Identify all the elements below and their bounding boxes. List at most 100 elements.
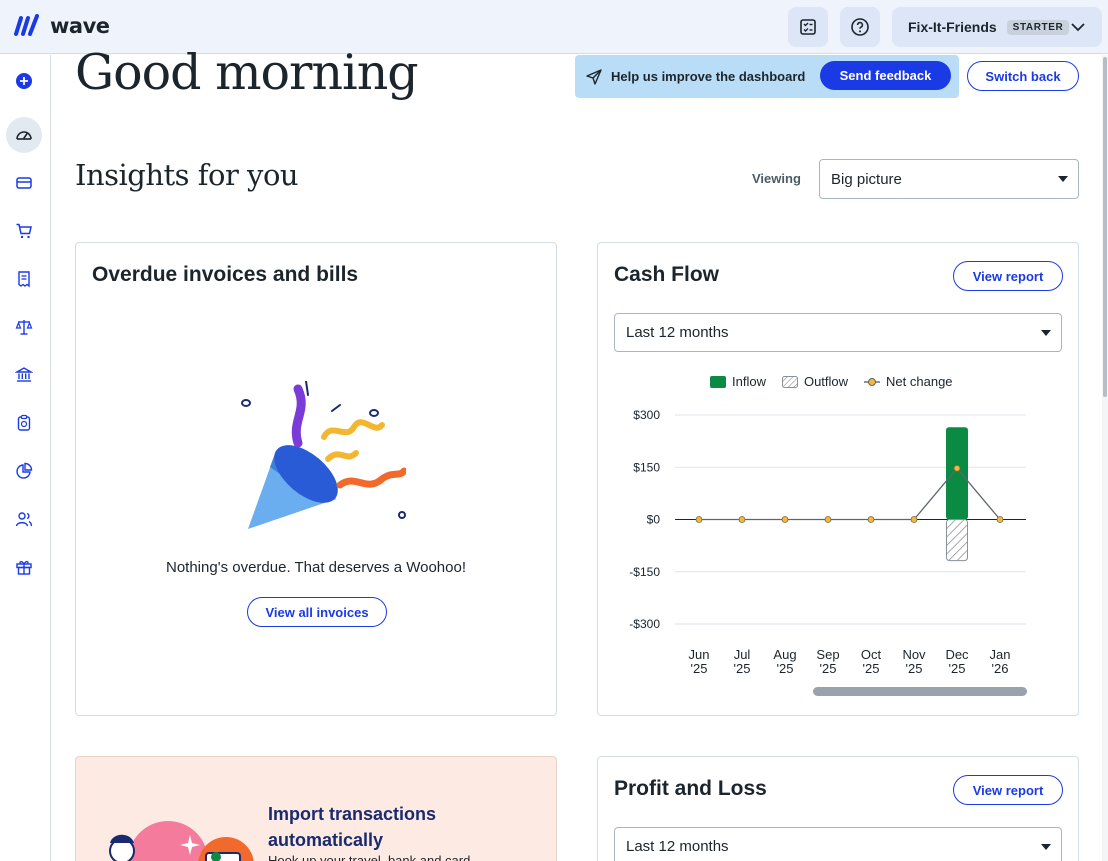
x-tick-label: Oct '25	[861, 647, 882, 676]
wave-logo[interactable]: wave	[14, 14, 110, 38]
checklist-button[interactable]	[788, 7, 828, 47]
sidebar-item-accounting[interactable]	[6, 309, 42, 345]
outflow-swatch	[781, 375, 798, 388]
chart-scrollbar[interactable]	[813, 687, 1027, 696]
y-tick-label: -$300	[629, 617, 660, 631]
page-scrollbar-thumb[interactable]	[1103, 57, 1107, 397]
switch-back-button[interactable]: Switch back	[967, 61, 1079, 91]
insights-title: Insights for you	[75, 158, 299, 192]
sidebar	[0, 55, 51, 861]
wave-logo-mark-icon	[14, 14, 39, 36]
net-change-point[interactable]	[910, 516, 918, 523]
net-change-point[interactable]	[738, 516, 746, 523]
send-feedback-button[interactable]: Send feedback	[820, 61, 951, 90]
feedback-banner: Help us improve the dashboard Send feedb…	[575, 55, 959, 98]
caret-down-icon	[1041, 329, 1051, 336]
x-tick-label: Dec '25	[945, 647, 969, 676]
y-tick-label: $300	[633, 408, 660, 422]
caret-down-icon	[1058, 176, 1068, 182]
net-change-point[interactable]	[824, 516, 832, 523]
caret-down-icon	[1041, 843, 1051, 850]
receipt-icon	[18, 271, 30, 288]
help-icon	[851, 18, 869, 36]
import-card-title: Import transactions automatically	[268, 804, 437, 850]
dashboard-gauge-icon	[16, 131, 32, 140]
pnl-view-report-button[interactable]: View report	[953, 775, 1063, 805]
checklist-icon	[800, 19, 816, 35]
profit-and-loss-card: Profit and Loss View report Last 12 mont…	[597, 756, 1079, 861]
cash-flow-view-report-button[interactable]: View report	[953, 261, 1063, 291]
legend-outflow-label: Outflow	[803, 374, 849, 389]
plan-badge: STARTER	[1006, 19, 1070, 35]
legend-inflow: Inflow	[710, 374, 766, 389]
view-all-invoices-button[interactable]: View all invoices	[247, 597, 387, 627]
overdue-card: Overdue invoices and bills Nothing's ove…	[75, 242, 557, 716]
y-tick-label: $150	[633, 460, 660, 474]
sidebar-item-banking[interactable]	[6, 357, 42, 393]
paper-plane-icon	[586, 68, 602, 85]
y-tick-label: $0	[647, 513, 661, 527]
plus-circle-icon	[16, 73, 32, 89]
sidebar-item-payments[interactable]	[6, 165, 42, 201]
legend-net-change-label: Net change	[886, 374, 953, 389]
net-change-point[interactable]	[867, 516, 875, 523]
bank-icon	[15, 367, 33, 382]
pnl-title: Profit and Loss	[614, 777, 767, 800]
business-switcher[interactable]: Fix-It-Friends STARTER	[892, 7, 1102, 47]
x-tick-label: Nov '25	[902, 647, 926, 676]
sidebar-item-payroll[interactable]	[6, 405, 42, 441]
outflow-bar[interactable]	[946, 519, 968, 562]
viewing-select-value: Big picture	[831, 170, 902, 188]
chart-legend: Inflow Outflow Net change	[710, 374, 969, 389]
import-card-subtitle: Hook up your travel, bank and card	[268, 853, 471, 861]
legend-outflow: Outflow	[781, 374, 849, 389]
pnl-period-select[interactable]: Last 12 months	[614, 827, 1062, 861]
import-transactions-card: Import transactions automatically Hook u…	[75, 756, 557, 861]
sidebar-item-advisors[interactable]	[6, 501, 42, 537]
chevron-down-icon	[1071, 23, 1085, 32]
viewing-label: Viewing	[752, 171, 801, 186]
credit-card-icon	[16, 177, 32, 189]
overdue-card-title: Overdue invoices and bills	[92, 263, 359, 286]
net-change-point[interactable]	[781, 516, 789, 523]
sidebar-item-purchases[interactable]	[6, 261, 42, 297]
y-tick-label: -$150	[629, 565, 660, 579]
sidebar-item-perks[interactable]	[6, 549, 42, 585]
sidebar-item-dashboard[interactable]	[6, 117, 42, 153]
business-name: Fix-It-Friends	[908, 19, 997, 35]
scales-icon	[15, 320, 33, 335]
inflow-bar[interactable]	[946, 427, 968, 520]
net-change-swatch	[864, 377, 881, 386]
sidebar-item-create[interactable]	[6, 63, 42, 99]
cash-flow-period-select[interactable]: Last 12 months	[614, 313, 1062, 352]
x-tick-label: Jul '25	[734, 647, 751, 676]
x-tick-label: Jun '25	[689, 647, 710, 676]
x-tick-label: Aug '25	[773, 647, 796, 676]
viewing-select[interactable]: Big picture	[819, 159, 1079, 199]
page-greeting: Good morning	[75, 44, 419, 101]
legend-inflow-label: Inflow	[732, 374, 766, 389]
net-change-point[interactable]	[953, 464, 961, 472]
gift-icon	[16, 560, 32, 575]
help-button[interactable]	[840, 7, 880, 47]
sidebar-item-sales[interactable]	[6, 213, 42, 249]
pnl-period-value: Last 12 months	[626, 838, 729, 855]
net-change-point[interactable]	[996, 516, 1004, 523]
party-popper-illustration	[241, 381, 406, 529]
cash-flow-chart: $300 $150 $0 -$150 -$300 Jun '25 Jul '25 Aug '25 S…	[629, 408, 1027, 696]
x-tick-label: Sep '25	[816, 647, 839, 676]
cash-flow-card: Cash Flow View report Last 12 months Inf…	[597, 242, 1079, 716]
overdue-message: Nothing's overdue. That deserves a Wooho…	[166, 559, 466, 576]
clipboard-dollar-icon	[17, 414, 31, 431]
logo-text: wave	[50, 14, 110, 38]
feedback-text: Help us improve the dashboard	[611, 69, 806, 84]
cart-icon	[16, 223, 32, 239]
cash-flow-period-value: Last 12 months	[626, 324, 729, 341]
inflow-swatch	[710, 375, 726, 388]
sidebar-item-reports[interactable]	[6, 453, 42, 489]
x-tick-label: Jan '26	[990, 647, 1011, 676]
people-icon	[15, 512, 33, 527]
import-illustration	[109, 821, 254, 861]
net-change-point[interactable]	[695, 516, 703, 523]
legend-net-change: Net change	[864, 374, 953, 389]
